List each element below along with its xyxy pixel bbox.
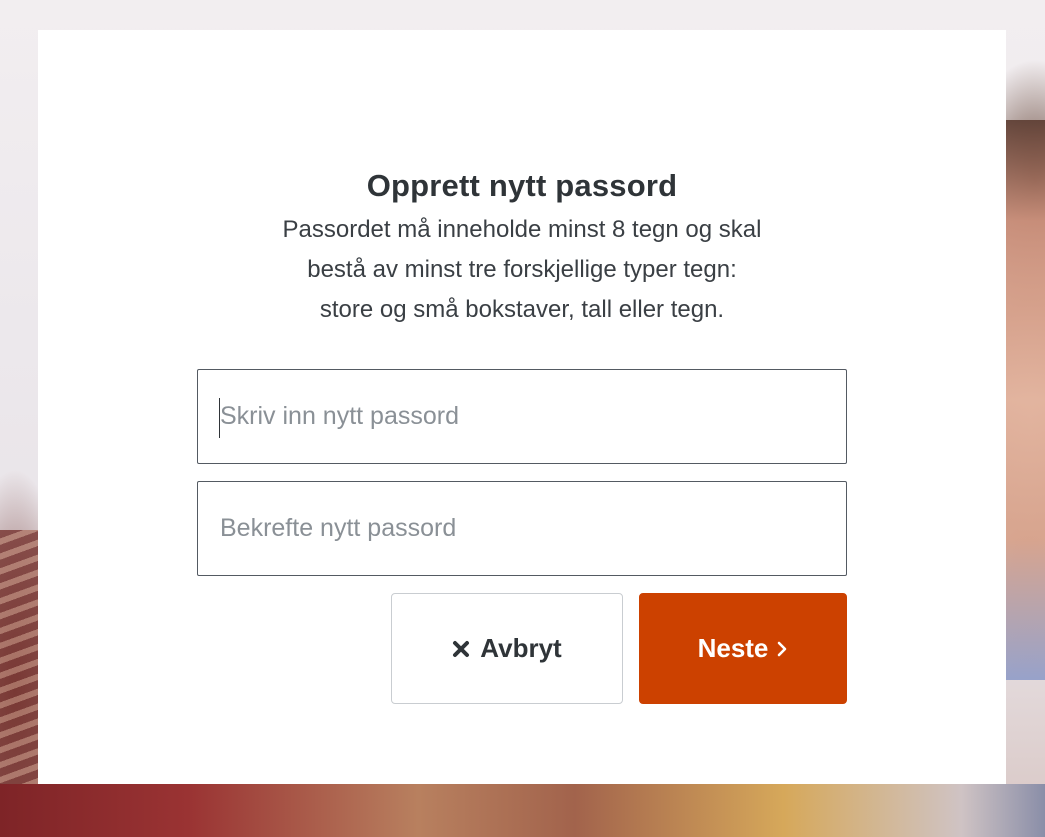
password-requirements-line-3: store og små bokstaver, tall eller tegn. [319, 296, 725, 323]
cancel-button-label: Avbryt [480, 633, 562, 663]
confirm-password-field[interactable] [197, 481, 847, 576]
new-password-field[interactable] [197, 369, 847, 464]
text-cursor [219, 398, 220, 438]
next-button-label: Neste [697, 633, 769, 663]
chevron-right-icon [776, 640, 788, 658]
create-password-dialog: Opprett nytt passord Passordet må inneho… [38, 30, 1006, 784]
password-requirements-text: Passordet må inneholde minst 8 tegn og s… [188, 210, 856, 330]
next-button[interactable]: Neste [639, 593, 847, 704]
background-photo-bottom-detail [0, 784, 1045, 837]
background-photo-right-detail [1006, 120, 1045, 680]
cancel-button[interactable]: Avbryt [391, 593, 623, 704]
password-requirements-line-2: bestå av minst tre forskjellige typer te… [307, 256, 737, 283]
close-icon [452, 640, 470, 658]
confirm-password-input[interactable] [198, 482, 846, 575]
dialog-title: Opprett nytt passord [366, 168, 678, 203]
new-password-input[interactable] [198, 370, 846, 463]
background-photo-left-detail [0, 530, 40, 790]
password-requirements-line-1: Passordet må inneholde minst 8 tegn og s… [282, 216, 762, 243]
